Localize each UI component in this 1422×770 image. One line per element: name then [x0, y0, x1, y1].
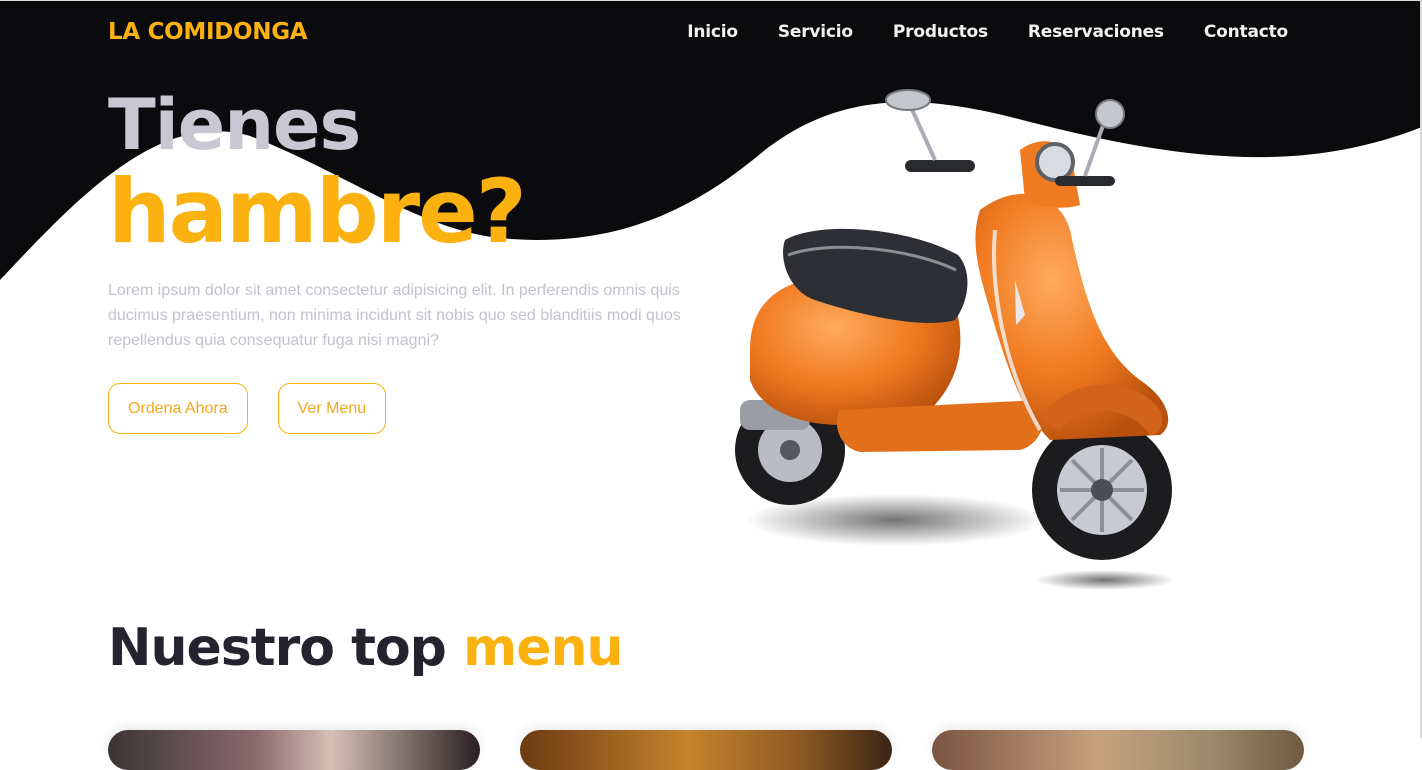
- scooter-image: [735, 89, 1175, 590]
- top-menu-heading-accent: menu: [463, 618, 623, 678]
- view-menu-button[interactable]: Ver Menu: [277, 383, 387, 434]
- nav-link-contacto[interactable]: Contacto: [1204, 22, 1288, 42]
- hero-description: Lorem ipsum dolor sit amet consectetur a…: [108, 282, 681, 349]
- menu-card[interactable]: [932, 730, 1304, 770]
- top-menu-heading-main: Nuestro top: [108, 618, 447, 678]
- hero-heading-line1: Tienes: [108, 84, 361, 166]
- order-now-button[interactable]: Ordena Ahora: [108, 383, 248, 434]
- hero-heading-line2: hambre?: [108, 160, 527, 263]
- menu-card[interactable]: [108, 730, 480, 770]
- hero-section: Tienes hambre? Lorem ipsum dolor sit ame…: [108, 84, 728, 434]
- hero-buttons: Ordena Ahora Ver Menu: [108, 383, 728, 434]
- navbar: LA COMIDONGA Inicio Servicio Productos R…: [0, 0, 1422, 70]
- window-top-border: [0, 0, 1422, 1]
- nav-link-reservaciones[interactable]: Reservaciones: [1028, 22, 1164, 42]
- nav-links: Inicio Servicio Productos Reservaciones …: [687, 22, 1288, 42]
- top-menu-heading: Nuestro top menu: [108, 618, 624, 678]
- nav-link-productos[interactable]: Productos: [893, 22, 988, 42]
- nav-link-servicio[interactable]: Servicio: [778, 22, 853, 42]
- nav-link-inicio[interactable]: Inicio: [687, 22, 738, 42]
- brand-logo[interactable]: LA COMIDONGA: [108, 19, 308, 45]
- menu-card[interactable]: [520, 730, 892, 770]
